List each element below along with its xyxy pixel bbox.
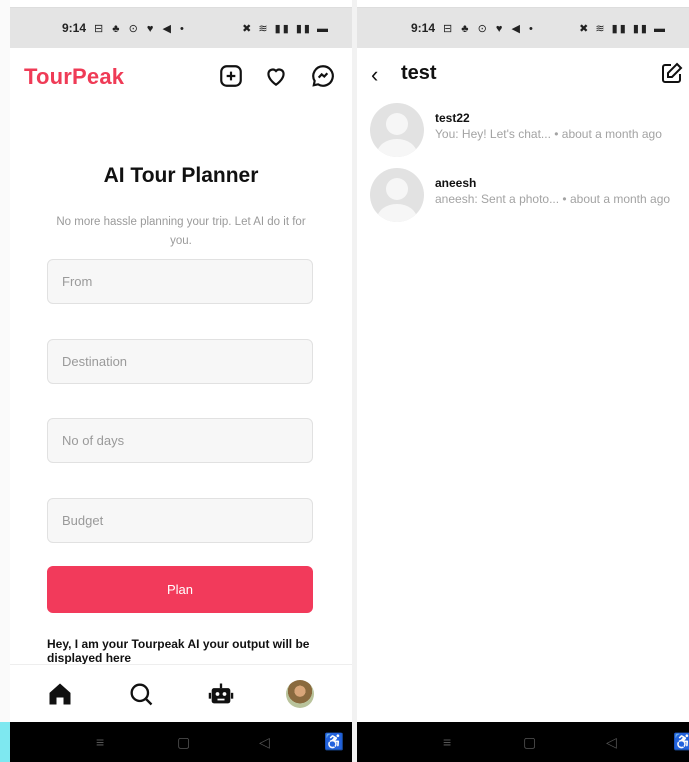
from-input[interactable] [47,259,313,304]
profile-avatar[interactable] [285,679,315,709]
ai-planner-screen: 9:14 ⊟ ♣ ⊙ ♥ ◀ • ✖ ≋ ▮▮ ▮▮ ▬ TourPeak AI… [10,8,352,762]
status-system-icons: ✖ ≋ ▮▮ ▮▮ ▬ [579,22,667,35]
system-nav-bar: ≡ ▢ ◁ ♿ [10,722,352,762]
avatar [286,680,314,708]
messages-screen: 9:14 ⊟ ♣ ⊙ ♥ ◀ • ✖ ≋ ▮▮ ▮▮ ▬ ‹ test test… [357,8,689,762]
home-system-icon[interactable]: ▢ [177,734,190,751]
status-notification-icons: ⊟ ♣ ⊙ ♥ ◀ • [94,22,187,35]
recents-icon[interactable]: ≡ [96,734,104,750]
status-bar: 9:14 ⊟ ♣ ⊙ ♥ ◀ • ✖ ≋ ▮▮ ▮▮ ▬ [10,8,352,48]
status-system-icons: ✖ ≋ ▮▮ ▮▮ ▬ [242,22,330,35]
conversation-preview: You: Hey! Let's chat... • about a month … [435,127,662,141]
bottom-nav [10,664,352,722]
accessibility-icon[interactable]: ♿ [673,732,689,752]
back-system-icon[interactable]: ◁ [606,734,617,751]
page-title: AI Tour Planner [103,164,259,187]
home-system-icon[interactable]: ▢ [523,734,536,751]
conversation-name: test22 [435,111,470,125]
inbox-title: test [401,62,437,84]
compose-icon[interactable] [660,61,686,87]
add-square-icon[interactable] [218,63,244,89]
recents-icon[interactable]: ≡ [443,734,451,750]
conversation-item[interactable]: aneesh aneesh: Sent a photo... • about a… [370,168,689,224]
plan-button[interactable]: Plan [47,566,313,613]
budget-input[interactable] [47,498,313,543]
back-icon[interactable]: ‹ [371,62,378,88]
brand-logo: TourPeak [24,64,125,89]
status-time: 9:14 [411,21,436,35]
conversation-item[interactable]: test22 You: Hey! Let's chat... • about a… [370,103,689,159]
back-system-icon[interactable]: ◁ [259,734,270,751]
home-icon[interactable] [45,679,75,709]
days-input[interactable] [47,418,313,463]
heart-icon[interactable] [263,63,289,89]
left-edge [0,0,10,762]
status-time: 9:14 [62,21,87,35]
ai-output-text: Hey, I am your Tourpeak AI your output w… [47,637,310,665]
top-border [0,0,689,8]
messenger-icon[interactable] [310,63,336,89]
robot-icon[interactable] [206,679,236,709]
status-notification-icons: ⊟ ♣ ⊙ ♥ ◀ • [443,22,536,35]
avatar [370,103,424,157]
cyan-edge [0,722,10,762]
destination-input[interactable] [47,339,313,384]
status-bar: 9:14 ⊟ ♣ ⊙ ♥ ◀ • ✖ ≋ ▮▮ ▮▮ ▬ [357,8,689,48]
avatar [370,168,424,222]
conversation-name: aneesh [435,176,477,190]
system-nav-bar: ≡ ▢ ◁ ♿ [357,722,689,762]
page-subtitle: No more hassle planning your trip. Let A… [56,216,306,247]
search-icon[interactable] [126,679,156,709]
conversation-preview: aneesh: Sent a photo... • about a month … [435,192,671,206]
accessibility-icon[interactable]: ♿ [324,732,344,752]
